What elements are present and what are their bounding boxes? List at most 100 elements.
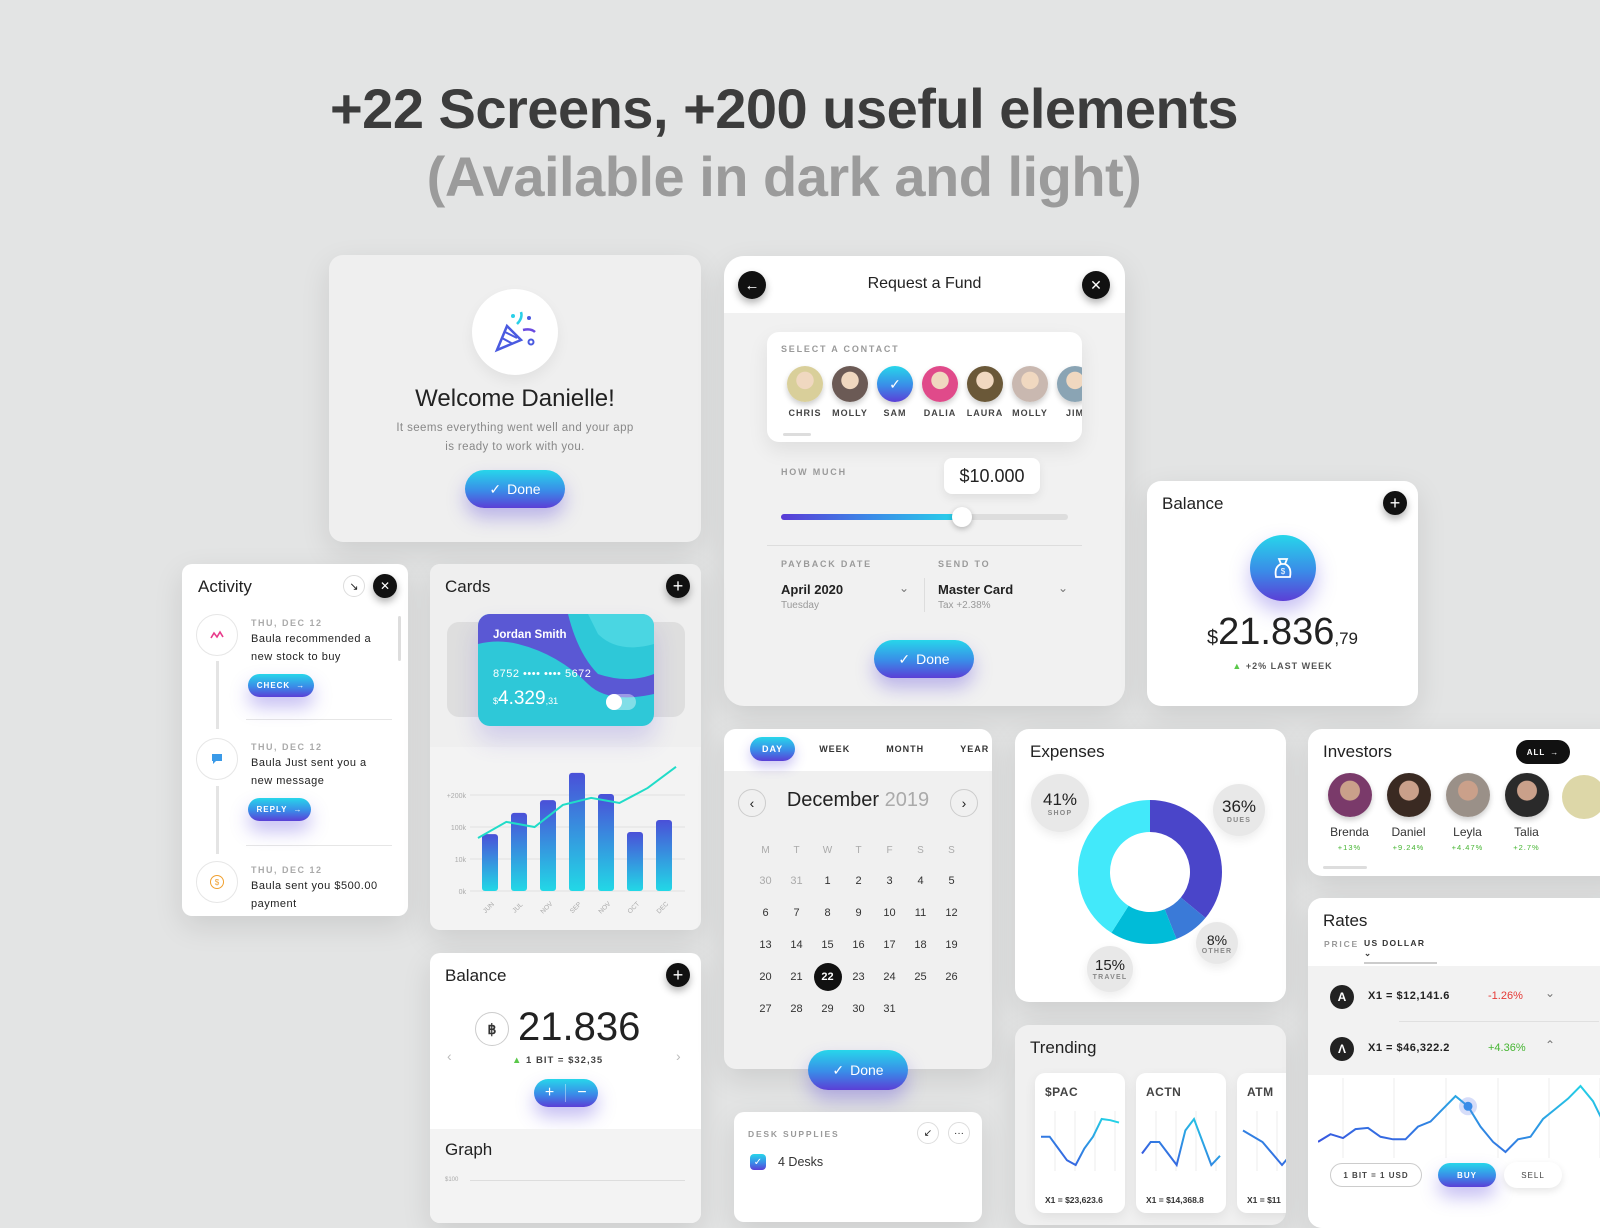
checkbox[interactable]: ✓	[750, 1154, 766, 1170]
avatar[interactable]	[1445, 773, 1490, 817]
calendar-day[interactable]: 1	[812, 865, 843, 897]
arrow-down-left-icon[interactable]: ↙	[917, 1122, 939, 1144]
calendar-day[interactable]: 14	[781, 929, 812, 961]
avatar[interactable]	[1012, 366, 1048, 402]
calendar-day[interactable]: 29	[812, 993, 843, 1025]
calendar-day[interactable]: 31	[874, 993, 905, 1025]
credit-card[interactable]: Jordan Smith 8752 •••• •••• 5672 $4.329,…	[478, 614, 654, 726]
calendar-day[interactable]: 23	[843, 961, 874, 993]
request-done-button[interactable]: ✓ Done	[874, 640, 974, 678]
chevron-right-icon[interactable]: ›	[950, 789, 978, 817]
avatar[interactable]	[1057, 366, 1082, 402]
bar[interactable]	[569, 772, 585, 891]
calendar-day[interactable]: 20	[750, 961, 781, 993]
avatar[interactable]	[832, 366, 868, 402]
tab-week[interactable]: WEEK	[807, 737, 862, 761]
calendar-day[interactable]: 26	[936, 961, 967, 993]
calendar-day[interactable]: 5	[936, 865, 967, 897]
chevron-right-icon[interactable]: ›	[676, 1048, 681, 1064]
chevron-down-icon[interactable]: ⌄	[1058, 581, 1068, 595]
calendar-day[interactable]: 8	[812, 897, 843, 929]
reply-button[interactable]: REPLY →	[248, 798, 311, 821]
add-icon[interactable]: +	[1383, 491, 1407, 515]
avatar[interactable]	[1504, 773, 1549, 817]
avatar[interactable]	[922, 366, 958, 402]
calendar-day[interactable]: 21	[781, 961, 812, 993]
contact-item[interactable]: MOLLY	[832, 366, 868, 418]
buy-button[interactable]: BUY	[1438, 1163, 1496, 1187]
tab-month[interactable]: MONTH	[874, 737, 936, 761]
calendar-day[interactable]: 10	[874, 897, 905, 929]
calendar-done-button[interactable]: ✓ Done	[808, 1050, 908, 1090]
tab-day[interactable]: DAY	[750, 737, 796, 761]
rate-row[interactable]: Λ X1 = $46,322.2 +4.36% ⌃	[1308, 1034, 1600, 1064]
add-icon[interactable]: +	[666, 963, 690, 987]
contact-item[interactable]: MOLLY	[1012, 366, 1048, 418]
check-button[interactable]: CHECK →	[248, 674, 314, 697]
contact-item[interactable]: JIM	[1057, 366, 1082, 418]
trend-card[interactable]: ATM X1 = $11	[1237, 1073, 1286, 1213]
trend-card[interactable]: ACTN X1 = $14,368.8	[1136, 1073, 1226, 1213]
close-icon[interactable]: ✕	[373, 574, 397, 598]
calendar-day[interactable]: 3	[874, 865, 905, 897]
selected-check-icon[interactable]: ✓	[877, 366, 913, 402]
add-icon[interactable]: +	[666, 574, 690, 598]
chevron-down-icon[interactable]: ⌄	[1545, 986, 1555, 1000]
avatar[interactable]	[1386, 773, 1431, 817]
all-investors-button[interactable]: ALL →	[1516, 740, 1570, 764]
send-to-value[interactable]: Master Card	[938, 582, 1013, 597]
calendar-day[interactable]: 27	[750, 993, 781, 1025]
avatar[interactable]	[967, 366, 1003, 402]
payback-date-value[interactable]: April 2020	[781, 582, 843, 597]
arrow-down-right-icon[interactable]: ↘	[343, 575, 365, 597]
donut-slice-dues[interactable]	[1150, 800, 1222, 918]
bar[interactable]	[627, 831, 643, 891]
avatar[interactable]	[787, 366, 823, 402]
chevron-up-icon[interactable]: ⌃	[1545, 1038, 1555, 1052]
tab-year[interactable]: YEAR	[948, 737, 992, 761]
calendar-day[interactable]: 4	[905, 865, 936, 897]
plus-minus-stepper[interactable]: + −	[534, 1079, 598, 1107]
scrollbar[interactable]	[398, 616, 401, 661]
calendar-day[interactable]: 15	[812, 929, 843, 961]
calendar-day[interactable]: 9	[843, 897, 874, 929]
bar[interactable]	[598, 794, 614, 891]
calendar-day[interactable]: 22	[812, 961, 843, 993]
calendar-day[interactable]: 11	[905, 897, 936, 929]
contact-item[interactable]: LAURA	[967, 366, 1003, 418]
contact-item[interactable]: DALIA	[922, 366, 958, 418]
calendar-day[interactable]: 18	[905, 929, 936, 961]
slider-handle[interactable]	[951, 507, 972, 527]
increment-button[interactable]: +	[534, 1084, 566, 1102]
rate-row[interactable]: A X1 = $12,141.6 -1.26% ⌄	[1308, 982, 1600, 1012]
scrollbar[interactable]	[1323, 866, 1367, 869]
currency-dropdown[interactable]: US DOLLAR ⌄	[1364, 938, 1437, 964]
contact-item[interactable]: ✓ SAM	[877, 366, 913, 418]
calendar-day[interactable]: 25	[905, 961, 936, 993]
calendar-day[interactable]: 17	[874, 929, 905, 961]
investor[interactable]: Leyla +4.47%	[1438, 773, 1497, 852]
calendar-day[interactable]: 31	[781, 865, 812, 897]
calendar-day[interactable]: 30	[843, 993, 874, 1025]
calendar-day[interactable]: 30	[750, 865, 781, 897]
sell-button[interactable]: SELL	[1504, 1162, 1562, 1188]
chevron-down-icon[interactable]: ⌄	[899, 581, 909, 595]
calendar-day[interactable]: 12	[936, 897, 967, 929]
contact-item[interactable]: CHRIS	[787, 366, 823, 418]
bar[interactable]	[482, 834, 498, 891]
investor[interactable]: Daniel +9.24%	[1379, 773, 1438, 852]
trend-card[interactable]: $PAC X1 = $23,623.6	[1035, 1073, 1125, 1213]
calendar-day[interactable]: 19	[936, 929, 967, 961]
investor[interactable]: Brenda +13%	[1320, 773, 1379, 852]
avatar[interactable]	[1327, 773, 1372, 817]
bar[interactable]	[540, 800, 556, 891]
calendar-day[interactable]: 24	[874, 961, 905, 993]
calendar-day[interactable]: 6	[750, 897, 781, 929]
done-button[interactable]: ✓ Done	[465, 470, 565, 508]
close-icon[interactable]: ✕	[1082, 271, 1110, 299]
chart-point[interactable]	[1463, 1101, 1473, 1111]
calendar-day[interactable]: 13	[750, 929, 781, 961]
calendar-day[interactable]: 2	[843, 865, 874, 897]
calendar-day[interactable]: 28	[781, 993, 812, 1025]
scrollbar[interactable]	[783, 433, 811, 436]
